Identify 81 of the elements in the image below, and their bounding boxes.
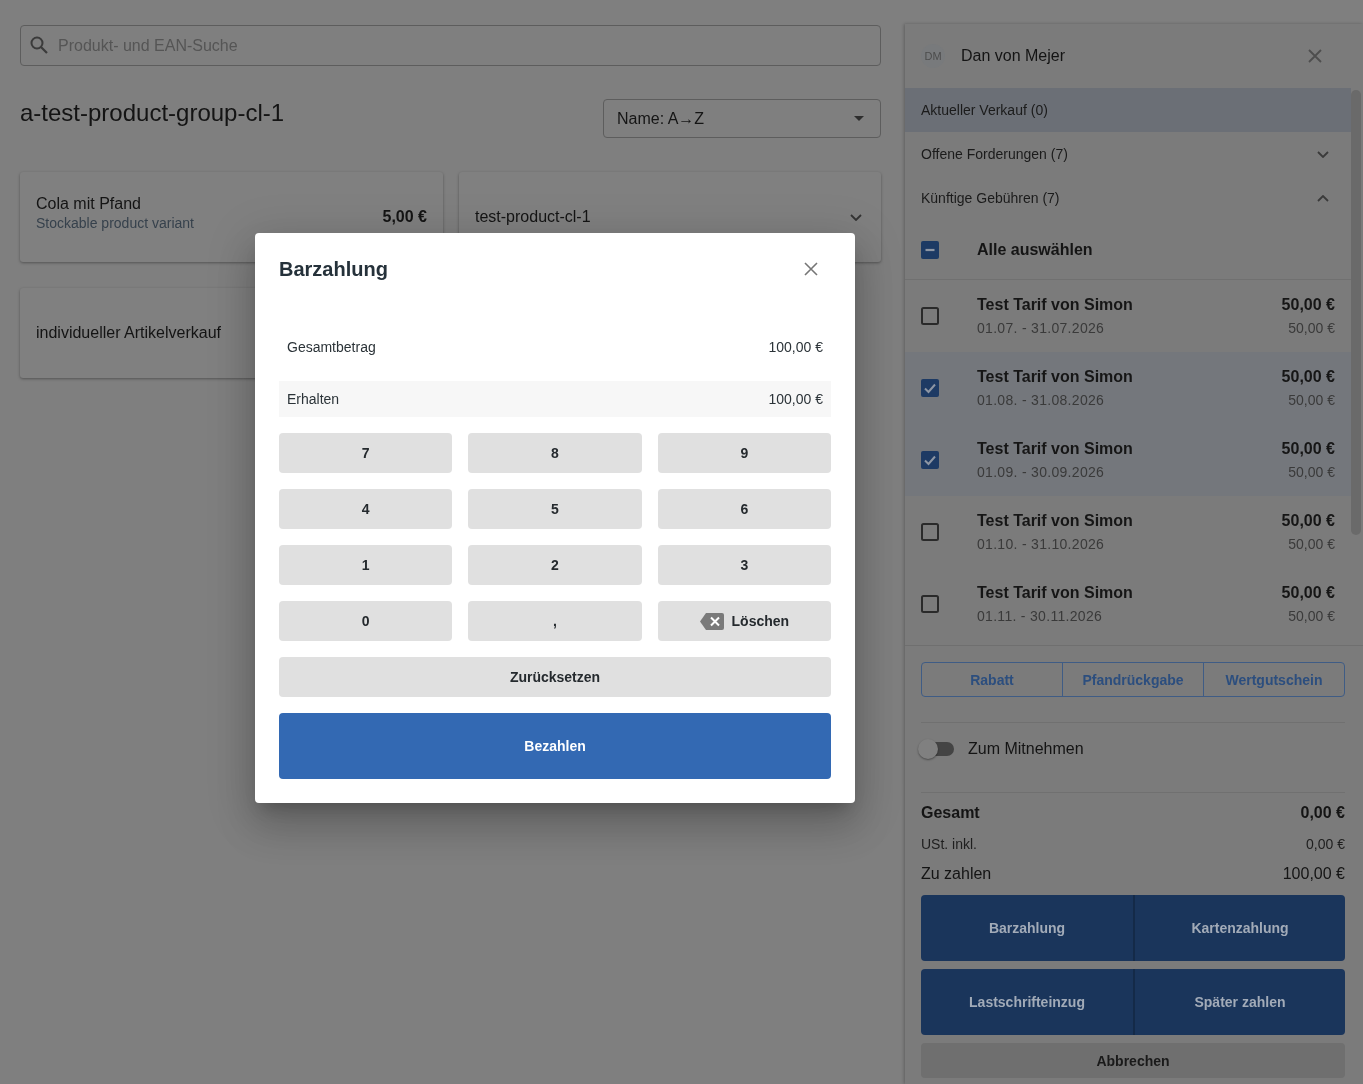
close-icon	[1308, 49, 1322, 63]
backspace-icon	[699, 612, 724, 630]
product-name: test-product-cl-1	[475, 207, 591, 227]
fee-row[interactable]: Test Tarif von Simon 01.10. - 31.10.2026 50,00 € 50,00 €	[905, 496, 1351, 568]
cancel-button[interactable]: Abbrechen	[921, 1043, 1345, 1078]
accordion-header[interactable]: Künftige Gebühren (7)	[905, 176, 1351, 220]
fee-title: Test Tarif von Simon	[977, 295, 1134, 315]
total-label: Gesamt	[921, 803, 980, 823]
fee-price: 50,00 €	[1281, 295, 1335, 315]
fee-period: 01.08. - 31.08.2026	[977, 391, 1106, 409]
checkbox[interactable]	[921, 451, 939, 469]
amount-label: Gesamtbetrag	[287, 339, 376, 355]
payment-method-button[interactable]: Später zahlen	[1133, 969, 1345, 1035]
total-value: 100,00 €	[1282, 864, 1345, 884]
close-button[interactable]	[1308, 49, 1322, 63]
fee-title: Test Tarif von Simon	[977, 511, 1134, 531]
delete-button[interactable]: Löschen	[657, 601, 831, 641]
total-value: 0,00 €	[1300, 803, 1345, 823]
select-all-label: Alle auswählen	[977, 240, 1093, 259]
keypad-key[interactable]: 9	[657, 433, 831, 473]
product-group-title: a-test-product-group-cl-1	[20, 99, 285, 127]
total-label: Zu zahlen	[921, 864, 992, 884]
fee-period: 01.11. - 30.11.2026	[977, 607, 1104, 625]
checkbox[interactable]	[921, 379, 939, 397]
sort-dropdown[interactable]: Name: A→Z	[603, 99, 881, 138]
fee-net-price: 50,00 €	[1287, 463, 1335, 481]
fee-net-price: 50,00 €	[1287, 607, 1335, 625]
total-label: USt. inkl.	[921, 835, 977, 854]
keypad-key[interactable]: 7	[279, 433, 453, 473]
close-icon	[804, 262, 818, 276]
fee-net-price: 50,00 €	[1287, 319, 1335, 337]
accordion-header[interactable]: Aktueller Verkauf (0)	[905, 88, 1351, 132]
keypad-key[interactable]: 5	[468, 489, 642, 529]
amount-label: Erhalten	[287, 391, 340, 407]
keypad-key[interactable]: 2	[468, 545, 642, 585]
keypad-key[interactable]: 4	[279, 489, 453, 529]
fee-period: 01.07. - 31.07.2026	[977, 319, 1106, 337]
checkbox[interactable]	[921, 307, 939, 325]
amount-value: 100,00 €	[768, 339, 823, 355]
fee-title: Test Tarif von Simon	[977, 367, 1134, 387]
fee-row[interactable]: Test Tarif von Simon 01.08. - 31.08.2026 50,00 € 50,00 €	[905, 352, 1351, 424]
fee-price: 50,00 €	[1281, 367, 1335, 387]
customer-name: Dan von Mejer	[961, 47, 1067, 65]
product-name: individueller Artikelverkauf	[36, 323, 221, 343]
keypad-key[interactable]: 8	[468, 433, 642, 473]
fee-net-price: 50,00 €	[1287, 391, 1335, 409]
amount-field[interactable]: Erhalten 100,00 €	[279, 381, 831, 417]
checkbox[interactable]	[921, 240, 939, 259]
fee-row[interactable]: Test Tarif von Simon 01.07. - 31.07.2026 50,00 € 50,00 €	[905, 280, 1351, 352]
accordion-header[interactable]: Offene Forderungen (7)	[905, 132, 1351, 176]
fee-period: 01.10. - 31.10.2026	[977, 535, 1106, 553]
product-subtitle: Stockable product variant	[36, 215, 194, 231]
checkbox[interactable]	[921, 523, 939, 541]
keypad-key[interactable]: 6	[657, 489, 831, 529]
fee-price: 50,00 €	[1281, 439, 1335, 459]
fee-net-price: 50,00 €	[1287, 535, 1335, 553]
toggle-switch[interactable]	[918, 739, 956, 759]
payment-method-button[interactable]: Barzahlung	[921, 895, 1133, 961]
keypad-key[interactable]: ,	[468, 601, 642, 641]
checkbox[interactable]	[921, 595, 939, 613]
keypad-key[interactable]: 0	[279, 601, 453, 641]
amount-value: 100,00 €	[768, 391, 823, 407]
fee-row[interactable]: Test Tarif von Simon 01.11. - 30.11.2026 50,00 € 50,00 €	[905, 568, 1351, 640]
fee-period: 01.09. - 30.09.2026	[977, 463, 1106, 481]
keypad-key[interactable]: 1	[279, 545, 453, 585]
product-name: Cola mit Pfand	[36, 194, 142, 214]
payment-method-button[interactable]: Lastschrifteinzug	[921, 969, 1133, 1035]
fee-price: 50,00 €	[1281, 511, 1335, 531]
fee-title: Test Tarif von Simon	[977, 439, 1134, 459]
caret-icon	[854, 116, 864, 121]
total-value: 0,00 €	[1306, 835, 1345, 854]
takeaway-label: Zum Mitnehmen	[968, 740, 1084, 758]
fee-price: 50,00 €	[1281, 583, 1335, 603]
pay-button[interactable]: Bezahlen	[279, 713, 831, 779]
fee-title: Test Tarif von Simon	[977, 583, 1134, 603]
payment-method-button[interactable]: Kartenzahlung	[1133, 895, 1345, 961]
fee-row[interactable]: Test Tarif von Simon 01.09. - 30.09.2026 50,00 € 50,00 €	[905, 424, 1351, 496]
reset-button[interactable]: Zurücksetzen	[279, 657, 831, 697]
keypad-key[interactable]: 3	[657, 545, 831, 585]
search-icon	[30, 36, 48, 54]
product-price: 5,00 €	[382, 208, 427, 226]
